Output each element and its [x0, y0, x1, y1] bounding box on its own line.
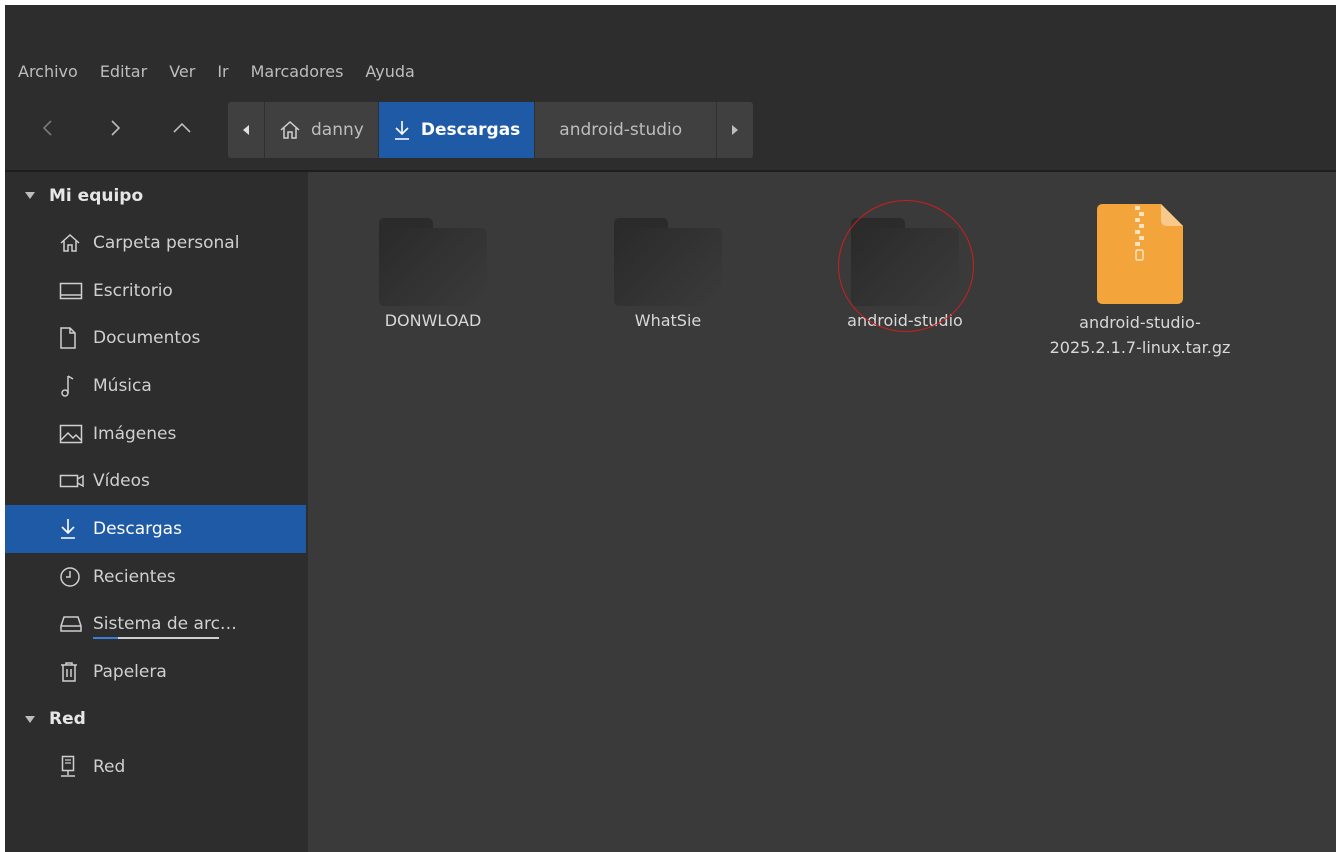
sidebar-item-label: Escritorio [93, 280, 173, 301]
file-name: WhatSie [634, 311, 702, 330]
toolbar: danny Descargas android-studio [5, 101, 1336, 161]
sidebar-item-papelera[interactable]: Papelera [5, 648, 306, 696]
desktop-icon [59, 282, 85, 300]
sidebar-item-label: Carpeta personal [93, 232, 240, 253]
sidebar-item-label: Recientes [93, 566, 176, 587]
breadcrumb-home[interactable]: danny [265, 102, 379, 158]
sidebar-item-escritorio[interactable]: Escritorio [5, 267, 306, 315]
folder-icon [851, 210, 959, 306]
home-icon [59, 233, 85, 253]
file-manager-window: Archivo Editar Ver Ir Marcadores Ayuda d… [5, 5, 1336, 852]
archive-icon [1097, 204, 1183, 304]
home-icon [279, 120, 301, 140]
sidebar-item-label: Vídeos [93, 471, 150, 492]
menu-marcadores[interactable]: Marcadores [238, 62, 353, 81]
back-button[interactable] [28, 108, 68, 148]
expander-icon [25, 715, 35, 723]
drive-icon [59, 615, 85, 633]
up-button[interactable] [162, 108, 202, 148]
menu-archivo[interactable]: Archivo [5, 62, 87, 81]
clock-icon [59, 566, 85, 588]
breadcrumb-next-label: android-studio [559, 120, 683, 140]
breadcrumb-scroll-right[interactable] [717, 102, 753, 158]
image-icon [59, 424, 85, 444]
sidebar-item-videos[interactable]: Vídeos [5, 457, 306, 505]
download-icon [59, 518, 85, 540]
chevron-right-icon [111, 120, 121, 136]
sidebar-item-sistema-de-archivos[interactable]: Sistema de arc… [5, 601, 306, 649]
sidebar-item-label: Descargas [93, 518, 182, 539]
breadcrumb-scroll-left[interactable] [228, 102, 265, 158]
sidebar: Mi equipo Carpeta personal Escritorio Do… [5, 172, 306, 852]
video-icon [59, 473, 85, 489]
chevron-up-icon [173, 122, 191, 133]
sidebar-item-red[interactable]: Red [5, 743, 306, 791]
sidebar-item-label: Música [93, 375, 152, 396]
breadcrumb-next[interactable]: android-studio [535, 102, 718, 158]
chevron-left-icon [42, 120, 52, 136]
expander-icon [25, 192, 35, 199]
sidebar-item-label: Documentos [93, 328, 201, 349]
breadcrumb-current[interactable]: Descargas [378, 102, 536, 158]
download-icon [393, 120, 411, 140]
sidebar-item-label: Papelera [93, 662, 167, 683]
triangle-right-icon [732, 125, 739, 135]
file-item-android-studio-archive[interactable]: android-studio-2025.2.1.7-linux.tar.gz [1040, 204, 1240, 360]
sidebar-item-documentos[interactable]: Documentos [5, 314, 306, 362]
menu-ayuda[interactable]: Ayuda [352, 62, 423, 81]
title-bar [5, 5, 1336, 53]
file-item-whatsie[interactable]: WhatSie [568, 210, 768, 333]
breadcrumb-current-label: Descargas [420, 120, 521, 140]
breadcrumb: danny Descargas android-studio [228, 102, 754, 158]
sidebar-item-musica[interactable]: Música [5, 362, 306, 410]
sidebar-item-descargas[interactable]: Descargas [5, 505, 306, 553]
file-name: android-studio [847, 311, 963, 330]
network-icon [59, 755, 85, 779]
disk-usage-fill [93, 637, 119, 640]
music-icon [59, 374, 85, 398]
sidebar-item-label: Red [93, 756, 126, 777]
sidebar-section-title: Mi equipo [49, 185, 144, 206]
menu-ir[interactable]: Ir [204, 62, 237, 81]
sidebar-item-carpeta-personal[interactable]: Carpeta personal [5, 219, 306, 267]
menu-bar: Archivo Editar Ver Ir Marcadores Ayuda [5, 55, 1336, 87]
sidebar-section-red[interactable]: Red [5, 696, 306, 743]
trash-icon [59, 661, 85, 683]
document-icon [59, 327, 85, 349]
file-name: android-studio-2025.2.1.7-linux.tar.gz [1049, 313, 1231, 357]
sidebar-section-mi-equipo[interactable]: Mi equipo [5, 172, 306, 219]
breadcrumb-home-label: danny [311, 120, 364, 140]
file-item-donwload[interactable]: DONWLOAD [333, 210, 533, 333]
disk-usage-bar [93, 637, 219, 640]
file-item-android-studio[interactable]: android-studio [805, 210, 1005, 333]
folder-icon [379, 210, 487, 306]
sidebar-item-recientes[interactable]: Recientes [5, 553, 306, 601]
menu-editar[interactable]: Editar [87, 62, 156, 81]
menu-ver[interactable]: Ver [156, 62, 204, 81]
file-name: DONWLOAD [384, 311, 482, 330]
folder-icon [614, 210, 722, 306]
sidebar-item-label: Sistema de arc… [93, 614, 237, 635]
sidebar-item-imagenes[interactable]: Imágenes [5, 410, 306, 458]
forward-button[interactable] [95, 108, 135, 148]
sidebar-item-label: Imágenes [93, 423, 177, 444]
sidebar-section-title: Red [49, 709, 86, 730]
file-view: DONWLOAD WhatSie android-studio android-… [308, 172, 1336, 852]
triangle-left-icon [243, 125, 249, 135]
